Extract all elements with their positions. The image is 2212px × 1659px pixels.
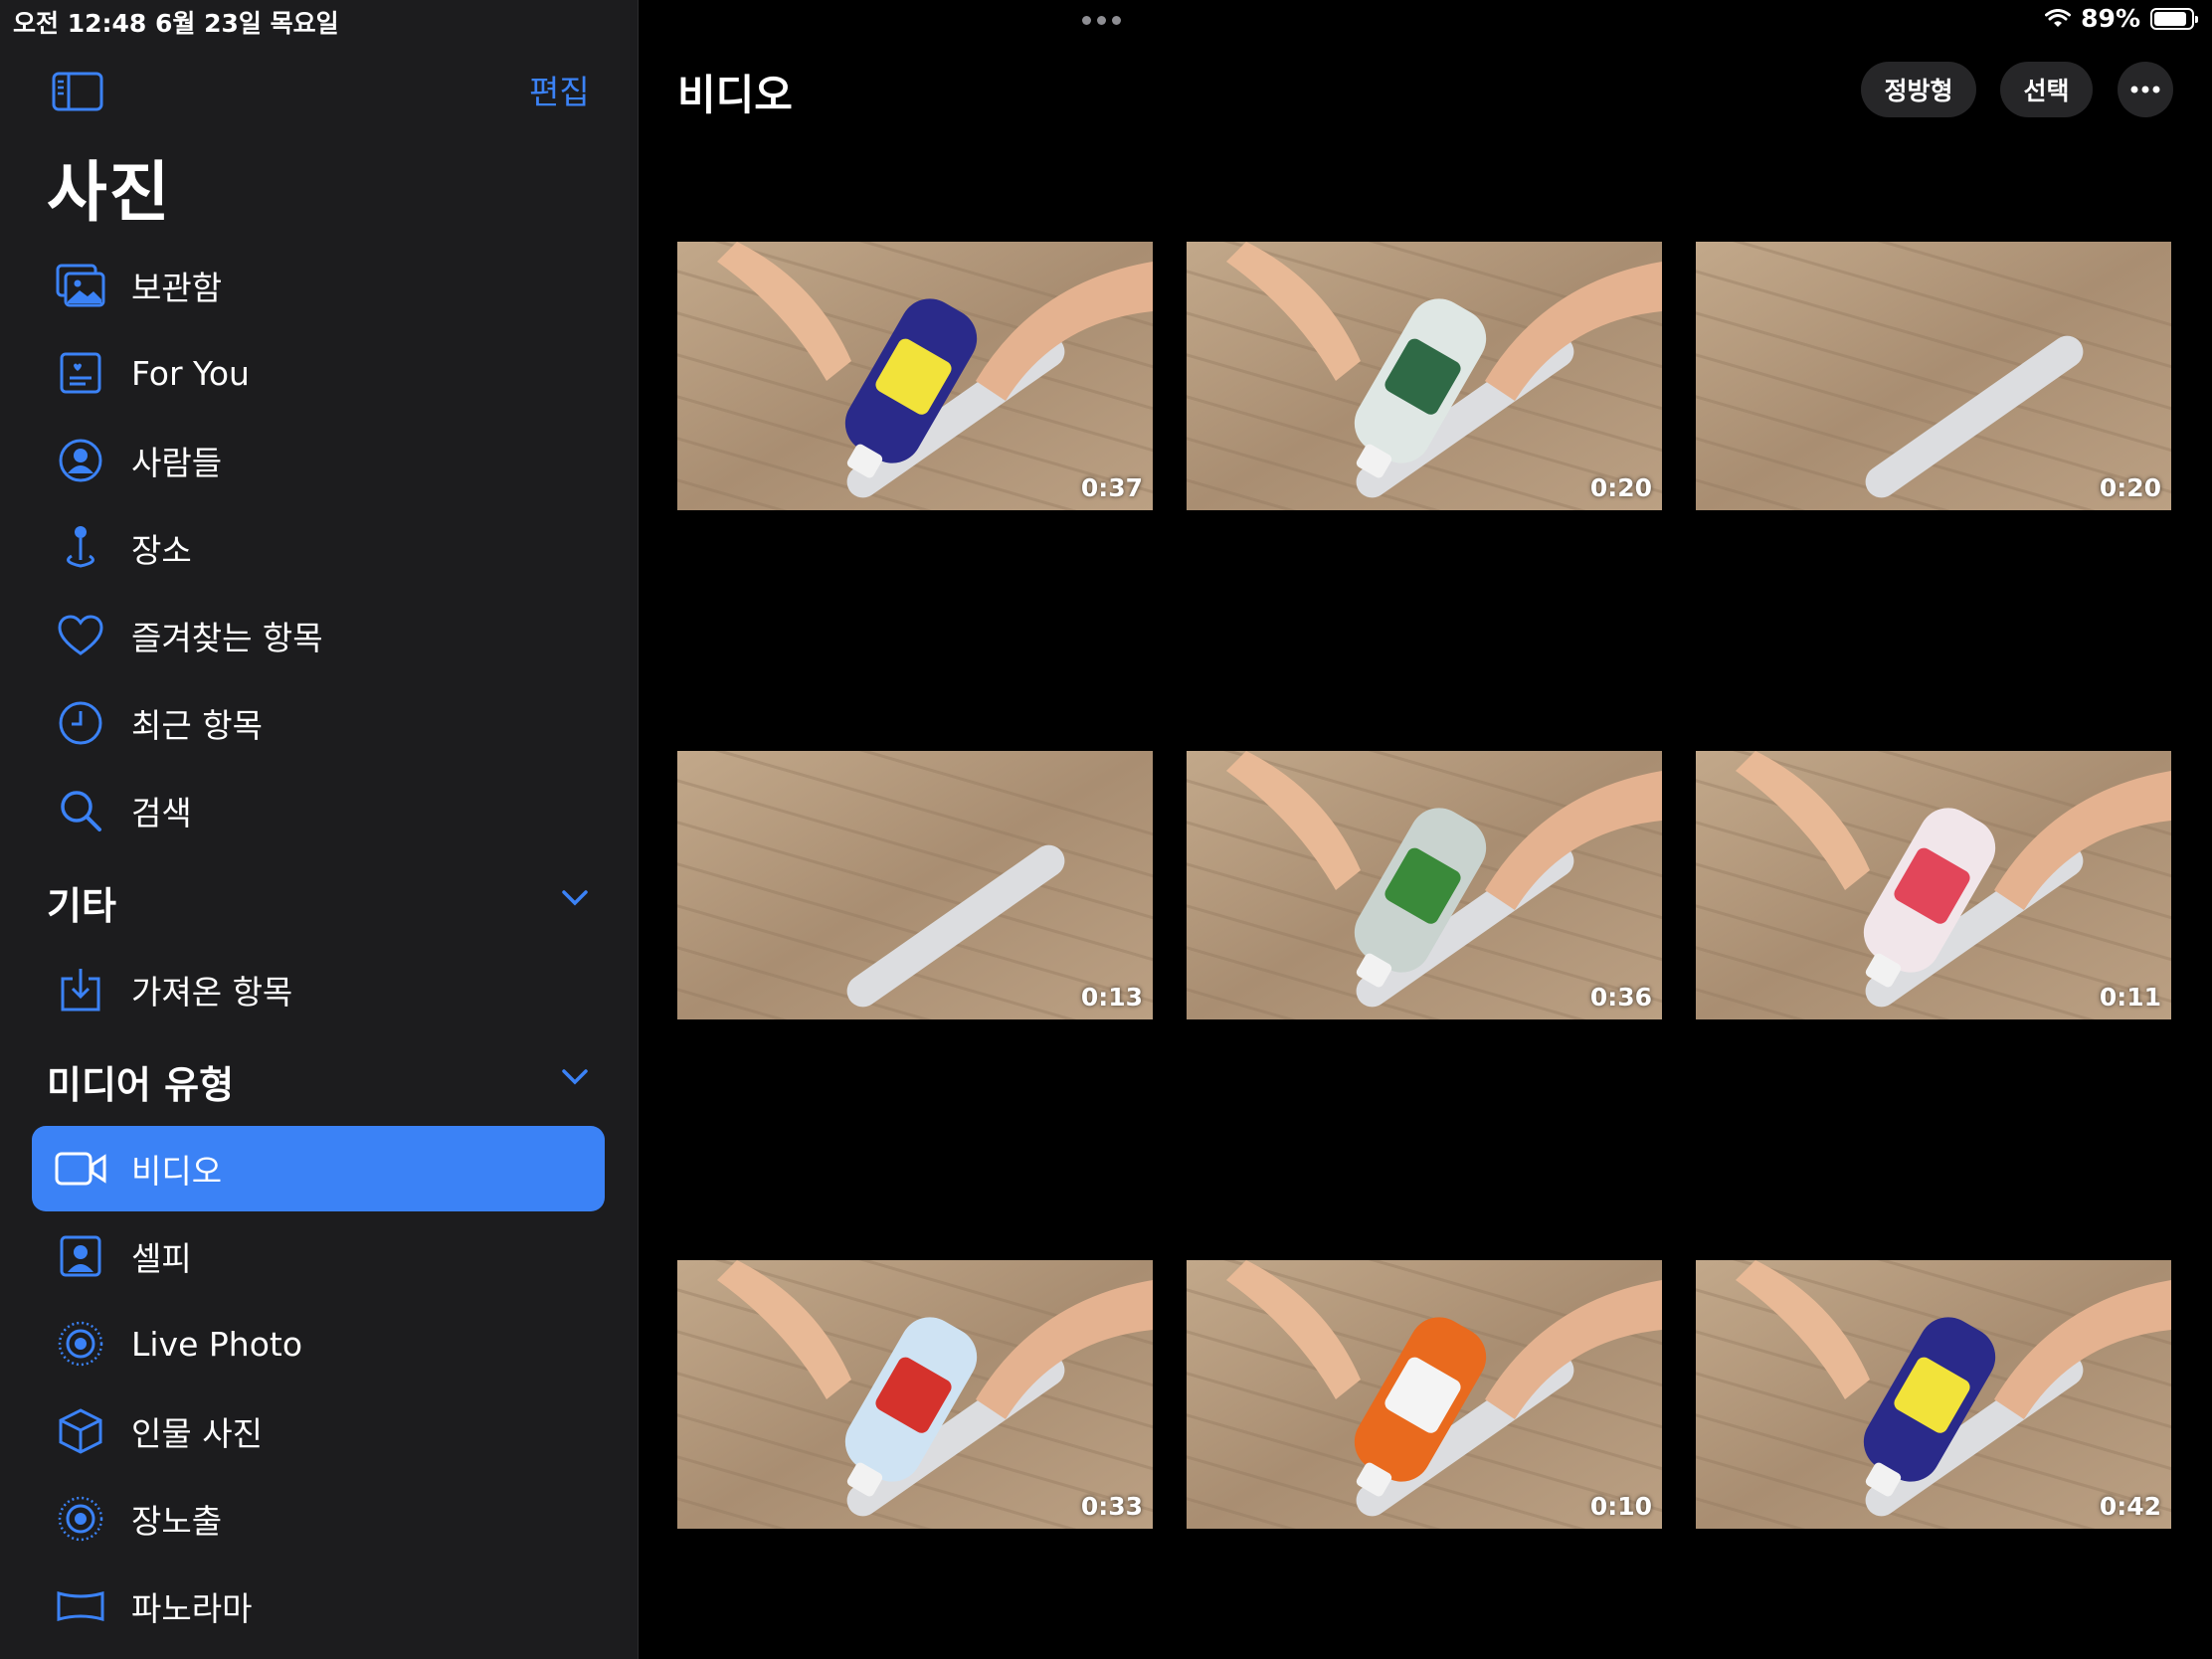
- sidebar-item-imports[interactable]: 가져온 항목: [32, 947, 605, 1032]
- status-right: 89%: [2045, 4, 2198, 33]
- sidebar-item-label: 사람들: [131, 444, 223, 482]
- video-frame-image: [1187, 751, 1662, 1019]
- video-thumbnail[interactable]: 0:20: [1187, 242, 1662, 510]
- video-thumbnail[interactable]: 0:37: [677, 242, 1153, 510]
- edit-button[interactable]: 편집: [529, 66, 590, 113]
- portrait-cube-icon: [50, 1407, 111, 1455]
- library-icon: [50, 264, 111, 307]
- sidebar-item-panoramas[interactable]: 파노라마: [32, 1564, 605, 1649]
- live-photo-icon: [50, 1320, 111, 1368]
- sidebar-item-label: 비디오: [131, 1152, 223, 1191]
- video-frame-image: [1187, 242, 1662, 510]
- video-duration: 0:10: [1589, 1492, 1652, 1521]
- video-thumbnail[interactable]: 0:20: [1696, 242, 2171, 510]
- sidebar-item-label: 인물 사진: [131, 1414, 263, 1453]
- sidebar: 편집 사진 보관함 For You 사람들 장소 즐겨찾는 항목 최근 항목 검…: [0, 0, 639, 1659]
- video-frame-image: [1696, 751, 2171, 1019]
- heart-icon: [50, 615, 111, 656]
- battery-icon: [2150, 7, 2198, 30]
- multitasking-grabber[interactable]: [1082, 16, 1121, 25]
- sidebar-toggle-icon: [52, 72, 103, 111]
- chevron-down-icon[interactable]: [561, 889, 589, 907]
- video-thumbnail[interactable]: 0:11: [1696, 751, 2171, 1019]
- section-header-media-types: 미디어 유형: [47, 1063, 235, 1107]
- sidebar-item-favorites[interactable]: 즐겨찾는 항목: [32, 593, 605, 678]
- sidebar-item-label: For You: [131, 353, 250, 393]
- video-duration: 0:42: [2099, 1492, 2161, 1521]
- wifi-icon: [2045, 8, 2072, 27]
- video-frame-image: [1187, 1260, 1662, 1529]
- video-duration: 0:13: [1080, 983, 1143, 1012]
- sidebar-item-videos[interactable]: 비디오: [32, 1126, 605, 1211]
- sidebar-item-recents[interactable]: 최근 항목: [32, 680, 605, 766]
- battery-percent: 89%: [2081, 4, 2140, 33]
- video-duration: 0:11: [2099, 983, 2161, 1012]
- video-frame-image: [1696, 1260, 2171, 1529]
- video-frame-image: [677, 1260, 1153, 1529]
- clock-icon: [50, 700, 111, 746]
- page-title: 사진: [47, 154, 172, 231]
- status-time: 오전 12:48 6월 23일 목요일: [13, 9, 339, 38]
- section-header-other: 기타: [47, 884, 116, 928]
- sidebar-item-label: 보관함: [131, 269, 223, 307]
- select-button[interactable]: 선택: [2000, 62, 2093, 117]
- video-thumbnail[interactable]: 0:33: [677, 1260, 1153, 1529]
- long-exposure-icon: [50, 1495, 111, 1543]
- sidebar-item-selfies[interactable]: 셀피: [32, 1213, 605, 1299]
- aspect-ratio-button[interactable]: 정방형: [1861, 62, 1976, 117]
- sidebar-item-places[interactable]: 장소: [32, 505, 605, 591]
- selfie-icon: [50, 1234, 111, 1278]
- video-thumbnail[interactable]: 0:10: [1187, 1260, 1662, 1529]
- video-thumbnail[interactable]: 0:36: [1187, 751, 1662, 1019]
- video-frame-image: [1696, 242, 2171, 510]
- sidebar-item-label: 검색: [131, 794, 192, 832]
- page-title: 비디오: [677, 71, 793, 119]
- search-icon: [50, 788, 111, 833]
- video-icon: [50, 1151, 111, 1187]
- sidebar-item-portrait[interactable]: 인물 사진: [32, 1388, 605, 1474]
- ellipsis-icon: [2130, 86, 2160, 93]
- import-icon: [50, 967, 111, 1013]
- panorama-icon: [50, 1589, 111, 1623]
- more-button[interactable]: [2118, 62, 2173, 117]
- sidebar-item-label: 가져온 항목: [131, 973, 293, 1012]
- sidebar-item-label: 최근 항목: [131, 706, 263, 745]
- chevron-down-icon[interactable]: [561, 1068, 589, 1086]
- video-thumbnail[interactable]: 0:13: [677, 751, 1153, 1019]
- sidebar-item-label: Live Photo: [131, 1324, 303, 1364]
- people-icon: [50, 438, 111, 483]
- for-you-icon: [50, 351, 111, 395]
- sidebar-item-library[interactable]: 보관함: [32, 243, 605, 328]
- sidebar-item-long-exposure[interactable]: 장노출: [32, 1476, 605, 1562]
- video-frame-image: [677, 751, 1153, 1019]
- sidebar-item-label: 즐겨찾는 항목: [131, 619, 323, 657]
- video-duration: 0:37: [1080, 473, 1143, 502]
- video-duration: 0:33: [1080, 1492, 1143, 1521]
- video-duration: 0:20: [2099, 473, 2161, 502]
- sidebar-item-label: 장노출: [131, 1502, 223, 1541]
- sidebar-item-live-photos[interactable]: Live Photo: [32, 1301, 605, 1386]
- sidebar-item-label: 셀피: [131, 1239, 192, 1278]
- sidebar-item-label: 파노라마: [131, 1589, 253, 1628]
- video-duration: 0:20: [1589, 473, 1652, 502]
- places-icon: [50, 524, 111, 572]
- video-frame-image: [677, 242, 1153, 510]
- video-thumbnail[interactable]: 0:42: [1696, 1260, 2171, 1529]
- video-duration: 0:36: [1589, 983, 1652, 1012]
- sidebar-item-label: 장소: [131, 531, 192, 570]
- sidebar-toggle-button[interactable]: [52, 72, 103, 115]
- sidebar-item-people[interactable]: 사람들: [32, 418, 605, 503]
- sidebar-item-for-you[interactable]: For You: [32, 330, 605, 416]
- sidebar-item-search[interactable]: 검색: [32, 768, 605, 853]
